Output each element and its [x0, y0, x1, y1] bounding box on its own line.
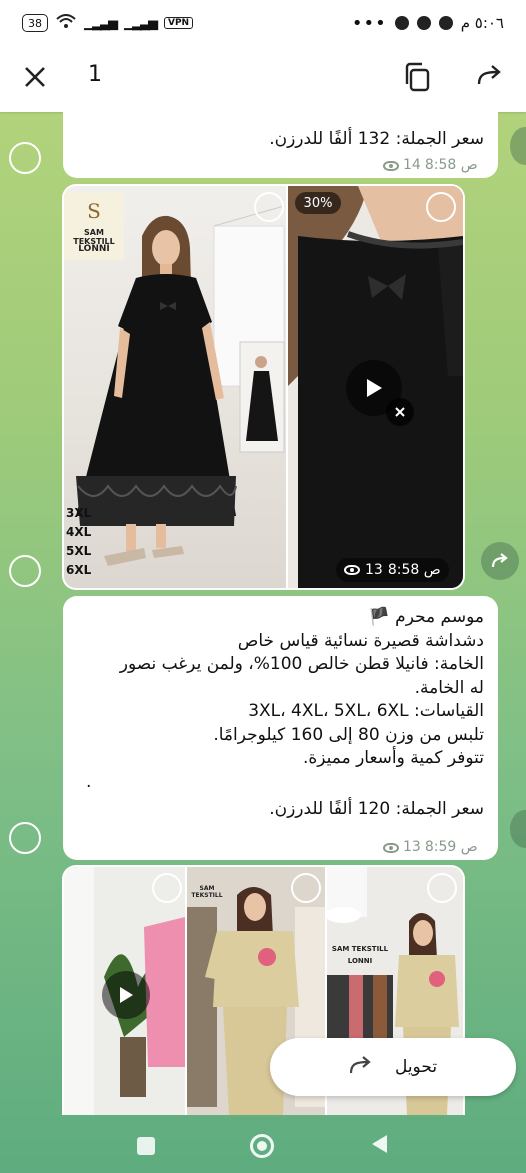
brand-name: SAM TEKSTILL	[331, 945, 389, 953]
side-forward-button[interactable]	[510, 127, 526, 165]
view-count: 13	[365, 562, 383, 578]
message-text: سعر الجملة: 132 ألفًا للدرزن.	[269, 129, 484, 149]
status-time: ٥:٠٦ م	[460, 14, 504, 32]
selected-count: 1	[88, 62, 102, 87]
message-time: 8:58 ص	[387, 562, 441, 578]
brand-name: SAM TEKSTILL	[191, 885, 223, 899]
brand-sub: LONNI	[347, 957, 373, 965]
forward-action-label: تحويل	[394, 1057, 438, 1077]
signal-icon: ▁▂▃▅	[84, 15, 118, 31]
message-line: له الخامة.	[414, 677, 484, 698]
size-list: 3XL 4XL 5XL 6XL	[66, 504, 91, 580]
messenger-icon	[438, 16, 453, 30]
signal-icon-2: ▁▂▃▅	[124, 15, 158, 31]
eye-icon	[383, 160, 399, 171]
side-forward-button[interactable]	[481, 542, 519, 580]
photo-album: S SAM TEKSTILL LONNI 3XL 4XL 5XL 6XL 30%…	[62, 184, 465, 590]
select-circle[interactable]	[9, 555, 41, 587]
brand-sub: LONNI	[78, 244, 110, 254]
forward-icon[interactable]	[476, 62, 506, 94]
status-bar: 38 ▁▂▃▅ ▁▂▃▅ VPN ••• ٥:٠٦ م	[0, 0, 526, 46]
selection-header: 1	[0, 46, 526, 112]
back-triangle-icon[interactable]	[369, 1133, 389, 1159]
recents-square-icon[interactable]	[137, 1136, 155, 1155]
copy-icon[interactable]	[403, 62, 433, 94]
message-line: القياسات: 3XL، 4XL، 5XL، 6XL	[248, 701, 484, 721]
message-line: الخامة: فانيلا قطن خالص 100%، ولمن يرغب …	[119, 654, 484, 674]
view-count: 14	[403, 157, 421, 173]
side-forward-button[interactable]	[510, 810, 526, 848]
status-left: 38 ▁▂▃▅ ▁▂▃▅ VPN	[22, 14, 194, 32]
photo-select-circle[interactable]	[427, 873, 457, 903]
battery-indicator: 38	[22, 14, 48, 32]
wifi-icon	[56, 14, 76, 32]
size-label: 6XL	[66, 563, 92, 577]
select-circle[interactable]	[9, 822, 41, 854]
facebook-icon	[394, 16, 409, 30]
message-line: دشداشة قصيرة نسائية قياس خاص	[237, 630, 484, 651]
vpn-badge: VPN	[164, 17, 194, 29]
more-notifications-icon: •••	[351, 12, 387, 34]
message-bubble: موسم محرم 🏴 دشداشة قصيرة نسائية قياس خاص…	[63, 596, 498, 860]
eye-icon	[344, 565, 360, 575]
message-meta: 14 8:58 ص	[383, 154, 478, 177]
photo-select-circle[interactable]	[291, 873, 321, 903]
photo-select-circle[interactable]	[254, 192, 284, 222]
view-count: 13	[403, 839, 421, 855]
message-line: موسم محرم 🏴	[368, 607, 484, 627]
message-time: 8:59 ص	[424, 839, 478, 855]
message-line: سعر الجملة: 120 ألفًا للدرزن.	[269, 799, 484, 819]
play-icon[interactable]	[102, 971, 150, 1019]
eye-icon	[383, 842, 399, 853]
photo-select-circle[interactable]	[152, 873, 182, 903]
message-body: موسم محرم 🏴 دشداشة قصيرة نسائية قياس خاص…	[74, 606, 484, 822]
video-meta: 13 8:58 ص	[336, 558, 449, 582]
select-circle[interactable]	[9, 142, 41, 174]
size-label: 4XL	[66, 525, 92, 539]
progress-badge: 30%	[295, 192, 341, 214]
forward-arrow-icon	[349, 1055, 373, 1080]
message-bubble: سعر الجملة: 132 ألفًا للدرزن. 14 8:58 ص	[63, 112, 498, 178]
home-circle-icon[interactable]	[250, 1133, 274, 1158]
dress-video[interactable]: 30% 13 8:58 ص	[288, 186, 463, 588]
message-line: .	[86, 771, 92, 792]
status-right: ••• ٥:٠٦ م	[352, 13, 504, 34]
pink-outfit-video[interactable]	[64, 867, 185, 1115]
message-meta: 13 8:59 ص	[383, 836, 478, 859]
cancel-download-icon[interactable]	[386, 398, 414, 426]
photo-select-circle[interactable]	[426, 192, 456, 222]
size-label: 3XL	[66, 506, 92, 520]
size-label: 5XL	[66, 544, 92, 558]
message-line: تتوفر كمية وأسعار مميزة.	[302, 748, 484, 768]
dress-photo[interactable]: S SAM TEKSTILL LONNI 3XL 4XL 5XL 6XL	[64, 186, 286, 588]
svg-text:S: S	[87, 199, 101, 223]
system-navbar	[0, 1118, 526, 1173]
close-icon[interactable]	[22, 64, 52, 94]
chat-icon	[416, 16, 431, 30]
message-time: 8:58 ص	[424, 157, 478, 173]
forward-action-button[interactable]: تحويل	[270, 1038, 516, 1096]
message-line: تلبس من وزن 80 إلى 160 كيلوجرامًا.	[213, 724, 484, 745]
